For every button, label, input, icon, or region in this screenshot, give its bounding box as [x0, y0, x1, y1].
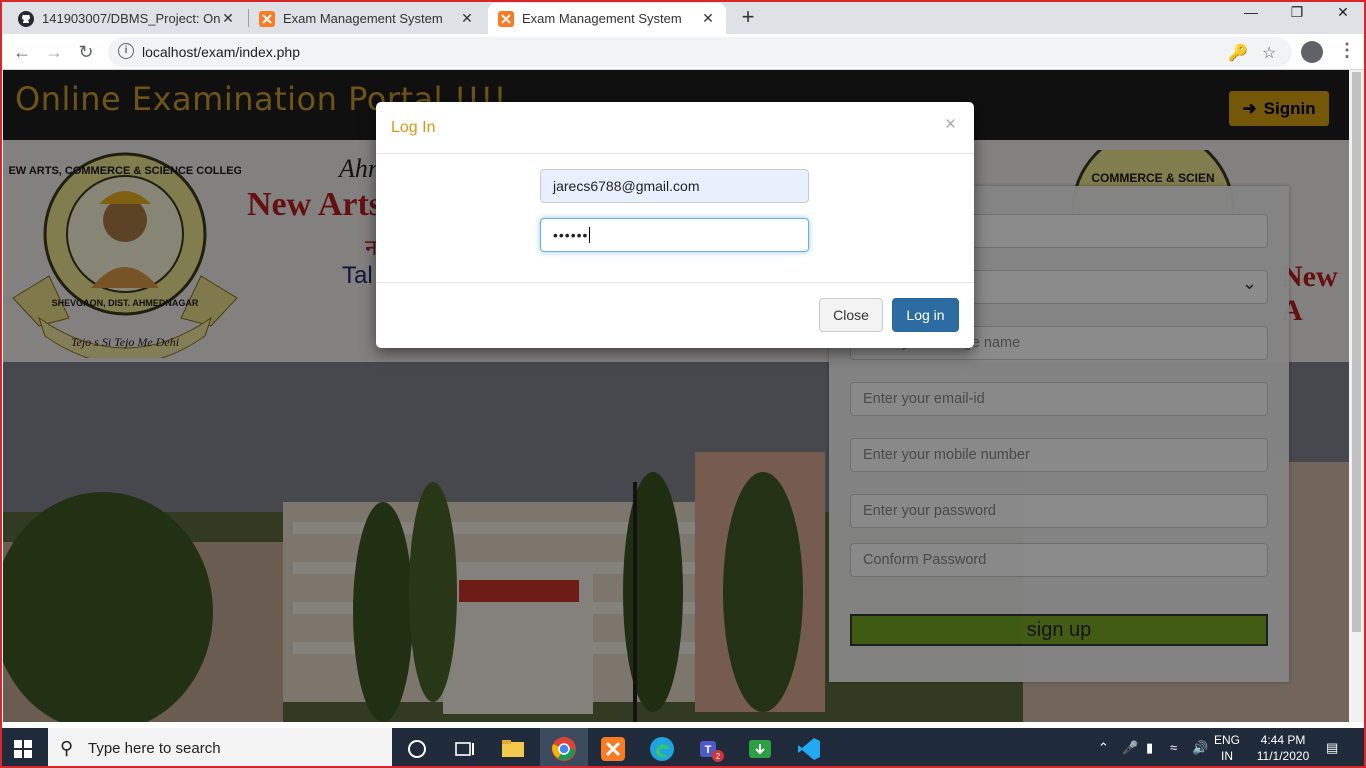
- profile-icon[interactable]: [1301, 41, 1323, 63]
- xampp-icon: [259, 10, 275, 27]
- star-icon[interactable]: ☆: [1262, 43, 1276, 63]
- github-icon: [18, 10, 34, 27]
- key-icon[interactable]: 🔑: [1228, 43, 1248, 63]
- new-tab-icon[interactable]: +: [736, 6, 760, 30]
- close-icon[interactable]: ✕: [220, 10, 236, 27]
- xampp-taskbar-icon[interactable]: [600, 736, 626, 762]
- clock-time: 4:44 PM: [1260, 733, 1306, 747]
- restore-icon[interactable]: ❐: [1274, 4, 1320, 28]
- page-scrollbar[interactable]: [1349, 70, 1364, 722]
- cortana-icon[interactable]: [404, 736, 430, 762]
- password-mask: ••••••: [553, 227, 589, 243]
- modal-divider: [376, 282, 974, 283]
- taskbar-search[interactable]: ⚲ Type here to search: [48, 728, 392, 768]
- info-icon[interactable]: i: [118, 43, 134, 59]
- chrome-icon[interactable]: [551, 736, 577, 762]
- login-modal: Log In × jarecs6788@gmail.com •••••• Clo…: [376, 102, 974, 348]
- modal-divider: [376, 153, 974, 154]
- clock-date: 11/1/2020: [1256, 749, 1310, 763]
- tab-title: Exam Management System: [522, 11, 682, 26]
- windows-taskbar: ⚲ Type here to search T2 ⌃ 🎤 ▮ ≈ 🔊 ENG I…: [0, 728, 1366, 768]
- scrollbar-thumb[interactable]: [1352, 72, 1361, 632]
- tab-title: Exam Management System: [283, 11, 443, 26]
- language-indicator[interactable]: ENG IN: [1212, 732, 1242, 764]
- teams-badge: 2: [716, 752, 721, 761]
- cloud-download-icon[interactable]: [747, 736, 773, 762]
- tab-exam-1[interactable]: Exam Management System ✕: [249, 3, 485, 34]
- login-email-input[interactable]: jarecs6788@gmail.com: [540, 169, 809, 203]
- volume-icon[interactable]: 🔊: [1192, 740, 1208, 756]
- task-view-icon[interactable]: [452, 736, 478, 762]
- forward-icon[interactable]: →: [42, 40, 66, 64]
- url-text: localhost/exam/index.php: [142, 44, 300, 60]
- modal-title: Log In: [391, 119, 436, 136]
- xampp-icon: [498, 10, 514, 27]
- login-password-input[interactable]: ••••••: [540, 218, 809, 252]
- close-button[interactable]: Close: [819, 298, 883, 332]
- browser-toolbar: ← → ↻ i localhost/exam/index.php 🔑 ☆: [0, 34, 1366, 70]
- clock[interactable]: 4:44 PM 11/1/2020: [1250, 732, 1316, 764]
- close-icon[interactable]: ✕: [700, 10, 716, 27]
- lang-line2: IN: [1221, 749, 1233, 763]
- tab-title: 141903007/DBMS_Project: Online: [42, 11, 220, 26]
- windows-start-icon[interactable]: [14, 740, 32, 758]
- vscode-icon[interactable]: [796, 736, 822, 762]
- chevron-up-icon[interactable]: ⌃: [1098, 740, 1109, 756]
- reload-icon[interactable]: ↻: [74, 40, 98, 64]
- close-window-icon[interactable]: ✕: [1320, 4, 1366, 28]
- search-icon: ⚲: [60, 738, 74, 758]
- tab-exam-2[interactable]: Exam Management System ✕: [488, 3, 726, 34]
- edge-icon[interactable]: [649, 736, 675, 762]
- svg-text:T: T: [705, 744, 712, 756]
- wifi-icon[interactable]: ≈: [1170, 740, 1177, 755]
- file-explorer-icon[interactable]: [500, 736, 526, 762]
- search-placeholder: Type here to search: [88, 740, 221, 757]
- notifications-icon[interactable]: ▤: [1326, 740, 1338, 756]
- tab-github[interactable]: 141903007/DBMS_Project: Online ✕: [8, 3, 246, 34]
- address-bar[interactable]: i localhost/exam/index.php 🔑 ☆: [108, 37, 1292, 67]
- minimize-icon[interactable]: —: [1228, 4, 1274, 28]
- battery-icon[interactable]: ▮: [1146, 740, 1153, 756]
- back-icon[interactable]: ←: [10, 40, 34, 64]
- teams-icon[interactable]: T2: [698, 736, 724, 762]
- login-button[interactable]: Log in: [892, 298, 959, 332]
- modal-close-icon[interactable]: ×: [945, 114, 956, 136]
- microphone-icon[interactable]: 🎤: [1122, 740, 1138, 756]
- lang-line1: ENG: [1213, 733, 1240, 747]
- close-icon[interactable]: ✕: [459, 10, 475, 27]
- menu-dots-icon[interactable]: ⋮: [1338, 40, 1356, 61]
- tab-strip: 141903007/DBMS_Project: Online ✕ Exam Ma…: [0, 0, 1366, 34]
- text-cursor: [589, 227, 596, 243]
